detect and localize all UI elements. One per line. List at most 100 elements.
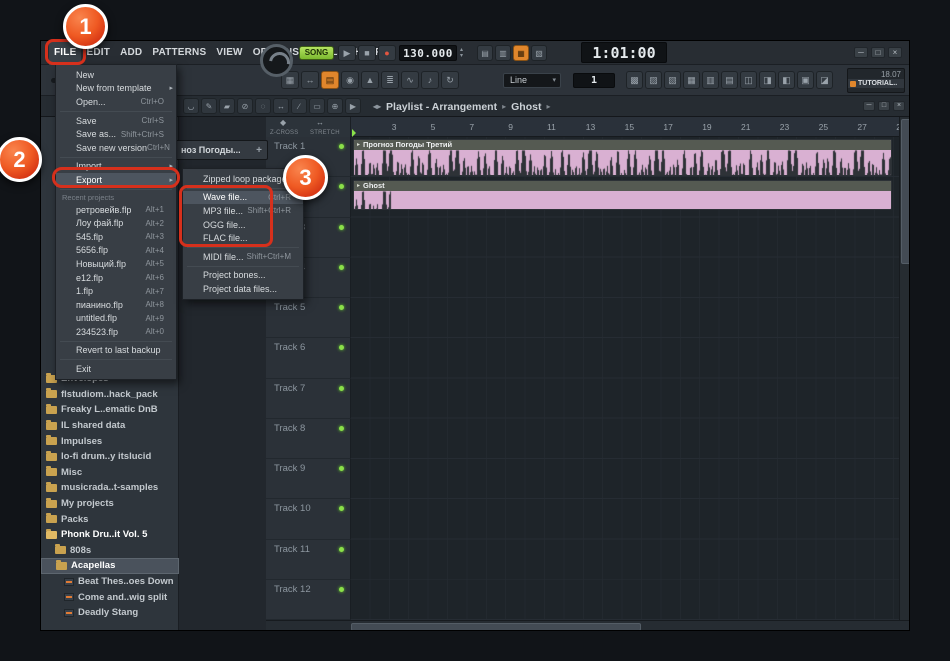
blend-recording-icon[interactable]: ∿ [401, 71, 419, 89]
fl-studio-logo-icon[interactable] [260, 44, 293, 77]
track-header[interactable]: Track 5 [266, 298, 351, 339]
file-menu-item-import[interactable]: Import ▸ [56, 160, 176, 174]
file-menu-item-е12-flp[interactable]: е12.flp Alt+6 [56, 271, 176, 285]
track-mute-led-icon[interactable] [339, 144, 344, 149]
file-menu-item-untitled-flp[interactable]: untitled.flp Alt+9 [56, 312, 176, 326]
about-panel-icon[interactable]: ◪ [816, 71, 833, 89]
track-mute-led-icon[interactable] [339, 184, 344, 190]
file-menu-item-revert-to-last-backup[interactable]: Revert to last backup [56, 344, 176, 358]
playlist-context-label[interactable]: Ghost [511, 101, 541, 113]
brush-icon[interactable]: ▰ [219, 98, 235, 114]
tempo-tap-icon[interactable]: ◨ [759, 71, 776, 89]
scrollbar-thumb[interactable] [351, 623, 641, 630]
file-menu-item-save-as[interactable]: Save as... Shift+Ctrl+S [56, 127, 176, 141]
script-panel-icon[interactable]: ▣ [797, 71, 814, 89]
touch-keyboard-icon[interactable]: ◧ [778, 71, 795, 89]
scroll-link-icon[interactable]: ↔ [301, 71, 319, 89]
playlist-clip-ghost[interactable]: ▸ Ghost [353, 179, 892, 210]
playlist-ruler[interactable]: ◆ ↔ Z-CROSS STRETCH 3 5 7 9 11 13 15 17 19 21 23 25… [266, 117, 909, 137]
playlist-close-button[interactable]: × [893, 101, 905, 111]
menubar-item-patterns[interactable]: PATTERNS [147, 41, 211, 65]
playlist-grid[interactable]: ▸ Прогноз Погоды Третий ▸ Ghost [351, 137, 899, 620]
playlist-panel-icon[interactable]: ▩ [626, 71, 643, 89]
browser-item-flstudiom-hack-pack[interactable]: flstudiom..hack_pack [41, 387, 179, 403]
file-menu-item-пианино-flp[interactable]: пианино.flp Alt+8 [56, 298, 176, 312]
pattern-number-display[interactable]: 1 [573, 73, 615, 88]
tempo-down-icon[interactable]: ▾ [460, 53, 463, 59]
slip-icon[interactable]: ↔ [273, 98, 289, 114]
playlist-vertical-scrollbar[interactable] [899, 117, 909, 620]
tempo-display[interactable]: 130.000 [399, 45, 457, 61]
browser-item-beat-thes-oes-down[interactable]: Beat Thes..oes Down [41, 574, 179, 590]
record-button[interactable]: ● [378, 45, 396, 61]
file-menu-item-export[interactable]: Export ▸ [56, 173, 176, 187]
browser-item-freaky-l-ematic-dnb[interactable]: Freaky L..ematic DnB [41, 402, 179, 418]
mixer-icon[interactable]: ▦ [683, 71, 700, 89]
magnet-icon[interactable]: ◡ [183, 98, 199, 114]
delete-icon[interactable]: ⊘ [237, 98, 253, 114]
export-menu-item-project-bones[interactable]: Project bones... [183, 269, 303, 283]
typing-to-piano-icon[interactable]: ▤ [321, 71, 339, 89]
track-header[interactable]: Track 12 [266, 579, 351, 620]
file-menu-item-лоу-фай-flp[interactable]: Лоу фай.flp Alt+2 [56, 216, 176, 230]
file-menu-item-new-from-template[interactable]: New from template ▸ [56, 82, 176, 96]
zoom-icon[interactable]: ⊕ [327, 98, 343, 114]
file-menu-item-234523-flp[interactable]: 234523.flp Alt+0 [56, 325, 176, 339]
file-menu-item-ретровейв-flp[interactable]: ретровейв.flp Alt+1 [56, 203, 176, 217]
project-browser-icon[interactable]: ▤ [721, 71, 738, 89]
export-menu-item-zipped-loop-package[interactable]: Zipped loop package [183, 172, 303, 186]
export-menu-item-flac-file[interactable]: FLAC file... [183, 231, 303, 245]
menubar-item-view[interactable]: VIEW [211, 41, 247, 65]
tempo-stepper[interactable]: ▴ ▾ [460, 45, 463, 61]
menubar-item-edit[interactable]: EDIT [81, 41, 115, 65]
stop-button[interactable]: ■ [358, 45, 376, 61]
precount-icon[interactable]: ≣ [381, 71, 399, 89]
browser-item-musicrada-t-samples[interactable]: musicrada..t-samples [41, 480, 179, 496]
wait-for-input-icon[interactable]: ▦ [513, 45, 529, 61]
file-menu-item-save-new-version[interactable]: Save new version Ctrl+N [56, 141, 176, 155]
menubar-item-file[interactable]: FILE [49, 41, 82, 65]
browser-item-deadly-stang[interactable]: Deadly Stang [41, 605, 179, 621]
plugin-picker-icon[interactable]: ◫ [740, 71, 757, 89]
browser-item-il-shared-data[interactable]: IL shared data [41, 418, 179, 434]
track-mute-led-icon[interactable] [339, 345, 344, 351]
menubar-item-add[interactable]: ADD [115, 41, 147, 65]
playlist-horizontal-scrollbar[interactable] [266, 620, 909, 630]
browser-item-impulses[interactable]: Impulses [41, 433, 179, 449]
close-button[interactable]: × [888, 47, 902, 58]
track-mute-led-icon[interactable] [339, 466, 344, 471]
browser-item-acapellas[interactable]: Acapellas [41, 558, 179, 574]
stamp-icon[interactable]: ◆ [280, 118, 286, 127]
browser-item-my-projects[interactable]: My projects [41, 496, 179, 512]
loop-record-icon[interactable]: ▧ [531, 45, 547, 61]
playlist-clip-прогноз-погоды-третий[interactable]: ▸ Прогноз Погоды Третий [353, 139, 892, 176]
metronome-icon[interactable]: ▲ [361, 71, 379, 89]
browser-item-misc[interactable]: Misc [41, 465, 179, 481]
track-header[interactable]: Track 10 [266, 499, 351, 540]
maximize-button[interactable]: □ [871, 47, 885, 58]
playback-icon[interactable]: ▶ [345, 98, 361, 114]
track-mute-led-icon[interactable] [339, 425, 344, 431]
file-menu-item-exit[interactable]: Exit [56, 362, 176, 376]
step-edit-icon[interactable]: ♪ [421, 71, 439, 89]
typing-keyboard-icon[interactable]: ▤ [477, 45, 493, 61]
export-menu-item-midi-file[interactable]: MIDI file... Shift+Ctrl+M [183, 250, 303, 264]
countdown-icon[interactable]: ▥ [495, 45, 511, 61]
song-mode-switch[interactable]: SONG [299, 46, 334, 60]
browser-item-come-and-wig-split[interactable]: Come and..wig split [41, 589, 179, 605]
export-menu-item-ogg-file[interactable]: OGG file... [183, 218, 303, 232]
browser-item-808s[interactable]: 808s [41, 543, 179, 559]
browser-item-lo-fi-drum-y-itslucid[interactable]: lo-fi drum..y itslucid [41, 449, 179, 465]
file-menu-item-1-flp[interactable]: 1.flp Alt+7 [56, 284, 176, 298]
track-header[interactable]: Track 7 [266, 378, 351, 419]
minimize-button[interactable]: ─ [854, 47, 868, 58]
pencil-icon[interactable]: ✎ [201, 98, 217, 114]
add-pattern-icon[interactable]: + [256, 145, 267, 156]
track-header[interactable]: Track 8 [266, 418, 351, 459]
file-menu-item-save[interactable]: Save Ctrl+S [56, 114, 176, 128]
snap-selector[interactable]: Line ▾ [503, 73, 561, 88]
track-mute-led-icon[interactable] [339, 546, 344, 552]
track-mute-led-icon[interactable] [339, 506, 344, 512]
scrollbar-thumb[interactable] [901, 119, 909, 264]
recording-icon[interactable]: ◉ [341, 71, 359, 89]
